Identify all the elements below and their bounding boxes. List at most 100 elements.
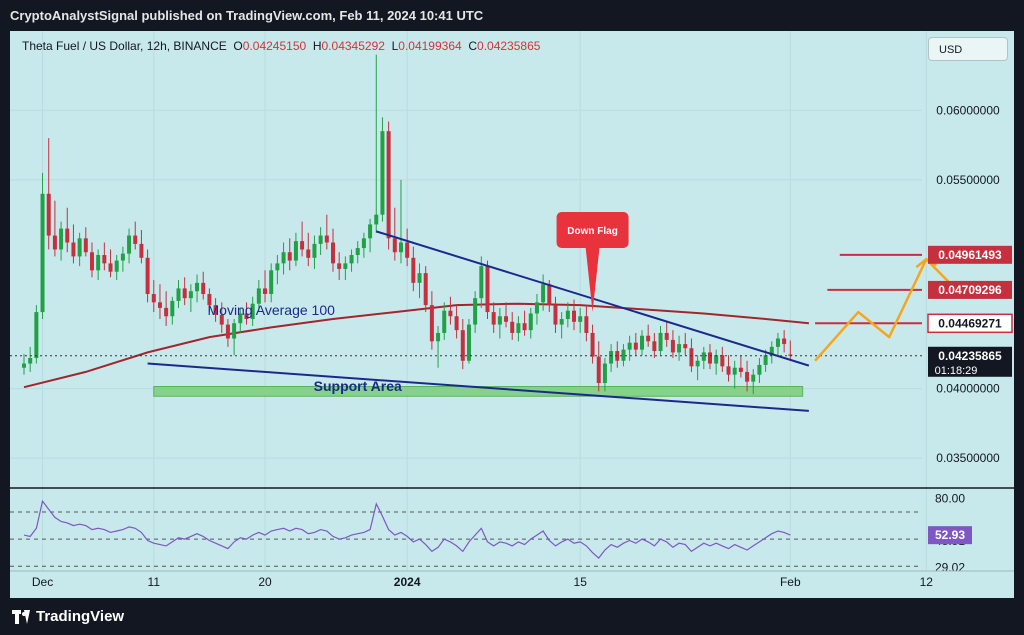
tradingview-logo[interactable]: TradingView — [12, 608, 124, 625]
low-value: 0.04199364 — [398, 39, 462, 53]
candle-body — [633, 342, 638, 350]
candle-body — [22, 363, 26, 368]
candle-body — [510, 321, 515, 333]
candle-body — [522, 323, 527, 331]
candle-body — [374, 214, 379, 225]
support-area-label: Support Area — [314, 378, 402, 394]
candle-body — [534, 302, 539, 314]
candle-body — [621, 349, 626, 361]
price-tick-label: 0.04000000 — [936, 382, 1000, 396]
footer-bar — [0, 598, 1024, 635]
candle-body — [578, 316, 583, 322]
candle-body — [225, 324, 230, 339]
candle-body — [454, 316, 459, 331]
candle-body — [442, 310, 447, 333]
candle-body — [318, 235, 323, 244]
price-tick-label: 0.05500000 — [936, 173, 1000, 187]
chart-canvas[interactable]: Moving Average 100Support AreaDown Flag … — [10, 31, 1014, 598]
candle-body — [689, 348, 694, 367]
candle-body — [602, 363, 607, 384]
candle-body — [52, 235, 57, 250]
close-value: 0.04235865 — [477, 39, 541, 53]
rsi-current-value: 52.93 — [935, 528, 965, 542]
candle-body — [664, 332, 669, 340]
down-flag-pointer — [585, 246, 600, 313]
time-tick-label: 2024 — [394, 575, 421, 589]
candle-body — [714, 355, 719, 364]
annotations-layer: Moving Average 100 Support Area Down Flag — [208, 211, 629, 394]
brand-name: TradingView — [36, 608, 125, 625]
candle-body — [609, 351, 614, 364]
candle-body — [176, 288, 181, 301]
time-axis: Dec1120202415Feb1221 — [10, 570, 1014, 589]
candle-body — [182, 288, 187, 299]
last-price-value: 0.04235865 — [938, 349, 1002, 363]
candle-body — [331, 242, 335, 264]
candle-body — [133, 235, 138, 244]
candle-body — [677, 344, 682, 353]
candle-body — [590, 332, 595, 357]
candle-body — [120, 253, 125, 261]
candle-body — [349, 255, 354, 264]
candle-body — [775, 338, 780, 347]
candle-body — [139, 243, 144, 258]
candle-body — [108, 263, 113, 272]
candle-body — [565, 310, 570, 320]
rsi-pane: 80.0048.5129.0252.93 — [10, 487, 1014, 575]
candle-body — [695, 360, 700, 367]
candle-body — [707, 352, 712, 364]
candle-body — [485, 266, 490, 313]
candle-body — [368, 224, 373, 239]
candle-body — [201, 282, 206, 294]
candle-body — [127, 235, 132, 254]
candle-body — [782, 338, 787, 345]
candle-body — [114, 260, 119, 272]
candle-body — [380, 131, 385, 215]
projection-path — [814, 257, 952, 362]
candle-body — [701, 352, 706, 361]
open-value: 0.04245150 — [242, 39, 307, 53]
price-tick-label: 0.06000000 — [936, 103, 1000, 117]
candle-body — [151, 293, 156, 303]
down-flag-label: Down Flag — [567, 226, 618, 237]
candle-body — [83, 238, 88, 253]
level-price-value: 0.04961493 — [938, 248, 1002, 262]
chart-frame[interactable]: Moving Average 100 Support Area Down Flag … — [10, 31, 1014, 598]
price-axis: 0.03500000 0.04000000 0.05500000 0.06000000… — [927, 103, 1013, 465]
rsi-tick-label: 29.02 — [935, 561, 965, 575]
candle-body — [491, 312, 496, 325]
candle-body — [77, 238, 82, 257]
time-tick-label: 11 — [148, 575, 161, 589]
candle-body — [34, 312, 39, 358]
candle-body — [757, 364, 762, 375]
candle-body — [145, 257, 150, 294]
candle-body — [164, 307, 169, 317]
time-tick-label: 12 — [920, 575, 934, 589]
candle-body — [59, 228, 64, 250]
candle-body — [738, 367, 743, 372]
candle-body — [646, 335, 651, 342]
candle-body — [640, 335, 644, 350]
currency-button[interactable]: USD — [928, 37, 1008, 61]
candle-body — [473, 298, 478, 325]
candle-body — [28, 357, 33, 364]
candle-body — [195, 282, 200, 292]
high-label: H — [312, 39, 322, 53]
candle-body — [40, 193, 45, 313]
candle-body — [423, 273, 428, 306]
candle-body — [293, 241, 298, 261]
candle-body — [652, 341, 657, 352]
candle-body — [337, 263, 342, 269]
open-label: O — [233, 39, 243, 53]
candle-body — [448, 310, 453, 317]
symbol-name: Theta Fuel / US Dollar, 12h, BINANCE — [22, 39, 227, 53]
candle-body — [751, 374, 756, 382]
candle-body — [232, 323, 237, 339]
candle-body — [392, 238, 397, 253]
candle-body — [436, 332, 441, 342]
candle-body — [188, 291, 193, 299]
candle-body — [96, 255, 101, 271]
candle-body — [170, 300, 175, 317]
time-tick-label: Dec — [32, 575, 53, 589]
price-tick-label: 0.03500000 — [936, 451, 1000, 465]
